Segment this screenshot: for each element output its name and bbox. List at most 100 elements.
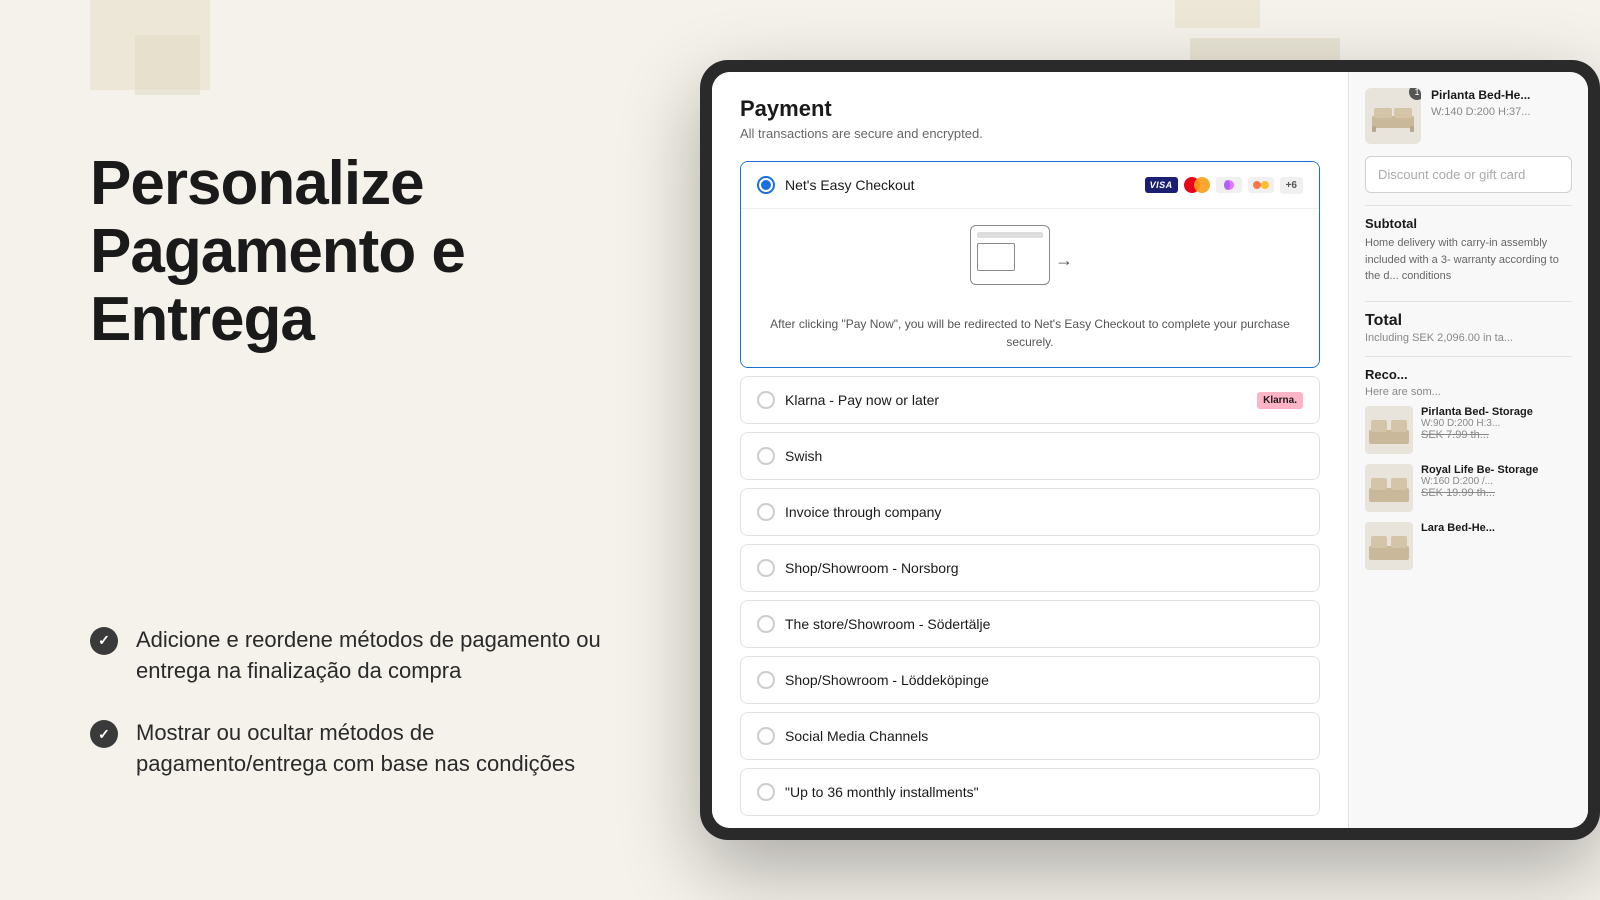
payment-option-lodde[interactable]: Shop/Showroom - Löddeköpinge bbox=[740, 656, 1320, 704]
card-plus-icon: +6 bbox=[1280, 177, 1303, 194]
redirect-text: After clicking "Pay Now", you will be re… bbox=[757, 315, 1303, 351]
reco-img-3 bbox=[1365, 522, 1413, 570]
total-label: Total bbox=[1365, 312, 1572, 330]
option-label-lodde: Shop/Showroom - Löddeköpinge bbox=[785, 672, 989, 688]
payment-option-nets-header[interactable]: Net's Easy Checkout VISA bbox=[741, 162, 1319, 208]
feature-item-1: Adicione e reordene métodos de pagamento… bbox=[90, 625, 620, 687]
check-icon-2 bbox=[90, 720, 118, 748]
payment-option-sodertalje[interactable]: The store/Showroom - Södertälje bbox=[740, 600, 1320, 648]
card-icon-3 bbox=[1216, 177, 1242, 193]
payment-option-swish-header[interactable]: Swish bbox=[741, 433, 1319, 479]
browser-content bbox=[977, 243, 1043, 271]
reco-name-1: Pirlanta Bed- Storage bbox=[1421, 406, 1572, 418]
payment-section: Payment All transactions are secure and … bbox=[740, 96, 1320, 816]
payment-option-lodde-header[interactable]: Shop/Showroom - Löddeköpinge bbox=[741, 657, 1319, 703]
radio-lodde bbox=[757, 671, 775, 689]
cart-item-main: 1 Pirlanta Bed-He... W:140 D:200 H:37... bbox=[1365, 88, 1572, 144]
reco-info-3: Lara Bed-He... bbox=[1421, 522, 1572, 570]
left-panel: Personalize Pagamento e Entrega Adicione… bbox=[0, 0, 680, 900]
heading-line2: Pagamento e bbox=[90, 217, 465, 286]
checkout-illustration: → bbox=[757, 225, 1303, 305]
option-label-row-swish: Swish bbox=[757, 447, 1303, 465]
radio-klarna bbox=[757, 391, 775, 409]
radio-norsborg bbox=[757, 559, 775, 577]
checkout-area: Payment All transactions are secure and … bbox=[712, 72, 1348, 828]
radio-invoice bbox=[757, 503, 775, 521]
reco-price-2: SEK 19.99 th... bbox=[1421, 487, 1572, 499]
payment-subtitle: All transactions are secure and encrypte… bbox=[740, 126, 1320, 141]
device-frame: Payment All transactions are secure and … bbox=[700, 60, 1600, 840]
klarna-icon: Klarna. bbox=[1257, 392, 1303, 409]
reco-name-2: Royal Life Be- Storage bbox=[1421, 464, 1572, 476]
option-label-swish: Swish bbox=[785, 448, 822, 464]
reco-item-1[interactable]: Pirlanta Bed- Storage W:90 D:200 H:3... … bbox=[1365, 406, 1572, 454]
reco-title: Reco... bbox=[1365, 367, 1572, 382]
payment-option-invoice[interactable]: Invoice through company bbox=[740, 488, 1320, 536]
feature-text-1: Adicione e reordene métodos de pagamento… bbox=[136, 625, 620, 687]
reco-sub: Here are som... bbox=[1365, 386, 1572, 398]
payment-option-installments[interactable]: "Up to 36 monthly installments" bbox=[740, 768, 1320, 816]
payment-option-klarna-header[interactable]: Klarna - Pay now or later Klarna. bbox=[741, 377, 1319, 423]
option-label-row-klarna: Klarna - Pay now or later bbox=[757, 391, 1257, 409]
payment-option-norsborg[interactable]: Shop/Showroom - Norsborg bbox=[740, 544, 1320, 592]
heading-line3: Entrega bbox=[90, 285, 314, 354]
option-label-nets: Net's Easy Checkout bbox=[785, 177, 915, 193]
mc-right bbox=[1194, 177, 1210, 193]
bed-illustration bbox=[1370, 98, 1416, 134]
payment-option-social[interactable]: Social Media Channels bbox=[740, 712, 1320, 760]
check-icon-1 bbox=[90, 627, 118, 655]
illustration-wrapper: → bbox=[970, 225, 1090, 305]
option-label-row-social: Social Media Channels bbox=[757, 727, 1303, 745]
payment-option-norsborg-header[interactable]: Shop/Showroom - Norsborg bbox=[741, 545, 1319, 591]
payment-option-swish[interactable]: Swish bbox=[740, 432, 1320, 480]
option-label-social: Social Media Channels bbox=[785, 728, 928, 744]
radio-nets-inner bbox=[761, 180, 771, 190]
reco-info-1: Pirlanta Bed- Storage W:90 D:200 H:3... … bbox=[1421, 406, 1572, 454]
option-label-row-lodde: Shop/Showroom - Löddeköpinge bbox=[757, 671, 1303, 689]
card-icon-4 bbox=[1248, 177, 1274, 193]
recommendations-section: Reco... Here are som... Pirlanta Bed- St… bbox=[1365, 356, 1572, 580]
radio-social bbox=[757, 727, 775, 745]
reco-img-1 bbox=[1365, 406, 1413, 454]
discount-code-field[interactable]: Discount code or gift card bbox=[1365, 156, 1572, 193]
browser-box bbox=[977, 243, 1015, 271]
total-section: Total Including SEK 2,096.00 in ta... bbox=[1365, 301, 1572, 344]
illustration-browser bbox=[970, 225, 1050, 285]
reco-img-2 bbox=[1365, 464, 1413, 512]
reco-dims-2: W:160 D:200 /... bbox=[1421, 476, 1572, 487]
option-label-klarna: Klarna - Pay now or later bbox=[785, 392, 939, 408]
device-screen: Payment All transactions are secure and … bbox=[712, 72, 1588, 828]
reco-dims-1: W:90 D:200 H:3... bbox=[1421, 418, 1572, 429]
heading-line1: Personalize bbox=[90, 149, 424, 218]
option-label-norsborg: Shop/Showroom - Norsborg bbox=[785, 560, 959, 576]
payment-option-klarna[interactable]: Klarna - Pay now or later Klarna. bbox=[740, 376, 1320, 424]
payment-option-invoice-header[interactable]: Invoice through company bbox=[741, 489, 1319, 535]
cart-item-info: Pirlanta Bed-He... W:140 D:200 H:37... bbox=[1431, 88, 1572, 118]
payment-option-social-header[interactable]: Social Media Channels bbox=[741, 713, 1319, 759]
checkout-sidebar: 1 Pirlanta Bed-He... W:140 D:200 H:37...… bbox=[1348, 72, 1588, 828]
deco-rect-right1 bbox=[1175, 0, 1260, 28]
feature-text-2: Mostrar ou ocultar métodos de pagamento/… bbox=[136, 718, 620, 780]
checkout-main: Payment All transactions are secure and … bbox=[712, 72, 1348, 828]
reco-item-3[interactable]: Lara Bed-He... bbox=[1365, 522, 1572, 570]
feature-item-2: Mostrar ou ocultar métodos de pagamento/… bbox=[90, 718, 620, 780]
option-label-row-sodertalje: The store/Showroom - Södertälje bbox=[757, 615, 1303, 633]
reco-price-1: SEK 7.99 th... bbox=[1421, 429, 1572, 441]
arrow-icon: → bbox=[1055, 250, 1073, 271]
total-tax: Including SEK 2,096.00 in ta... bbox=[1365, 332, 1572, 344]
reco-bed-svg-3 bbox=[1365, 522, 1413, 570]
reco-item-2[interactable]: Royal Life Be- Storage W:160 D:200 /... … bbox=[1365, 464, 1572, 512]
subtotal-description: Home delivery with carry-in assembly inc… bbox=[1365, 235, 1572, 285]
payment-option-sodertalje-header[interactable]: The store/Showroom - Södertälje bbox=[741, 601, 1319, 647]
main-heading: Personalize Pagamento e Entrega bbox=[90, 60, 620, 355]
radio-installments bbox=[757, 783, 775, 801]
payment-option-installments-header[interactable]: "Up to 36 monthly installments" bbox=[741, 769, 1319, 815]
reco-info-2: Royal Life Be- Storage W:160 D:200 /... … bbox=[1421, 464, 1572, 512]
payment-option-nets[interactable]: Net's Easy Checkout VISA bbox=[740, 161, 1320, 368]
browser-bar bbox=[977, 232, 1043, 238]
reco-bed-svg-1 bbox=[1365, 406, 1413, 454]
reco-bed-svg-2 bbox=[1365, 464, 1413, 512]
features-list: Adicione e reordene métodos de pagamento… bbox=[90, 625, 620, 840]
option-label-row-invoice: Invoice through company bbox=[757, 503, 1303, 521]
option-label-invoice: Invoice through company bbox=[785, 504, 941, 520]
